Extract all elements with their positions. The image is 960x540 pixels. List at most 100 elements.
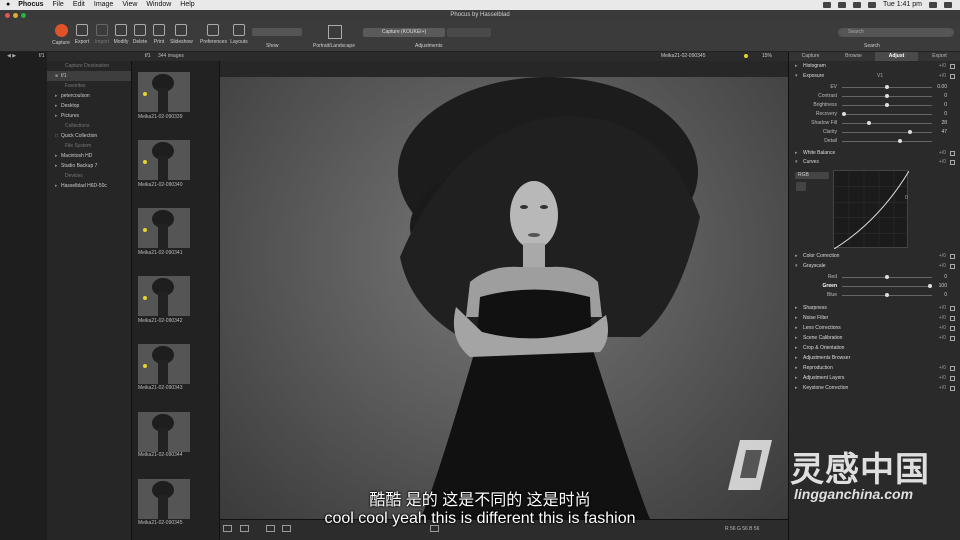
print-icon (153, 24, 165, 36)
section-header: Favorites (65, 83, 86, 89)
collection-item[interactable]: □ Quick Collection (47, 131, 131, 141)
zoom-level[interactable]: 15% (762, 52, 772, 61)
capture-label: Capture (52, 40, 70, 46)
thumbnail[interactable] (138, 140, 190, 180)
capture-folder-item[interactable]: ■ f/1 (47, 71, 131, 81)
tool-sharpness[interactable]: ▸ Sharpness +/0 (795, 304, 955, 313)
capture-button[interactable]: Capture (50, 24, 72, 46)
main-photo[interactable] (220, 77, 788, 519)
menu-edit[interactable]: Edit (73, 0, 85, 10)
apple-icon[interactable]: ● (6, 0, 10, 10)
main-toolbar: Capture Export Import Modify Delete Prin… (0, 21, 960, 52)
tool-crop-orientation[interactable]: ▸ Crop & Orientation (795, 344, 955, 353)
rating-dot (143, 228, 147, 232)
preferences-button[interactable]: Preferences (200, 24, 227, 45)
tab-capture[interactable]: Capture (789, 52, 832, 61)
tool-color-correction[interactable]: ▸ Color Correction +/0 (795, 252, 955, 261)
search-input[interactable]: Search (838, 28, 954, 37)
capture-preset-dropdown[interactable]: Capture (KOUKEI+) (363, 28, 445, 37)
tool-adjustment-layers[interactable]: ▸ Adjustment Layers +/0 (795, 374, 955, 383)
rating-dot (143, 296, 147, 300)
thumbnail[interactable] (138, 276, 190, 316)
layouts-icon (233, 24, 245, 36)
tool-keystone-correction[interactable]: ▸ Keystone Correction +/0 (795, 384, 955, 393)
slider-ev[interactable]: EV 0.00 (789, 83, 949, 92)
close-window-button[interactable] (5, 13, 10, 18)
section-header: Devices (65, 173, 83, 179)
thumbnail-label: Meika21-02-090342 (138, 318, 183, 324)
curve-editor[interactable] (833, 170, 910, 250)
tab-browse[interactable]: Browse (832, 52, 875, 61)
menu-window[interactable]: Window (146, 0, 171, 10)
tool-histogram[interactable]: ▸ Histogram +/0 (795, 62, 955, 71)
favorite-item[interactable]: ▸ Pictures (47, 111, 131, 121)
zoom-window-button[interactable] (21, 13, 26, 18)
tool-curves[interactable]: ▾ Curves +/0 (795, 158, 955, 167)
rating-dot[interactable] (744, 54, 748, 58)
slideshow-button[interactable]: Slideshow (170, 24, 193, 45)
slider-green[interactable]: Green 100 (789, 282, 949, 291)
status-icon[interactable] (822, 2, 831, 8)
minimize-window-button[interactable] (13, 13, 18, 18)
portrait-landscape-icon[interactable] (328, 25, 342, 39)
menu-app-name[interactable]: Phocus (18, 0, 43, 10)
notification-center-icon[interactable] (944, 2, 952, 8)
slider-blue[interactable]: Blue 0 (789, 291, 949, 300)
menu-bar: ● Phocus File Edit Image View Window Hel… (0, 0, 960, 10)
thumbnail[interactable] (138, 208, 190, 248)
export-button[interactable]: Export (71, 24, 93, 45)
folder-path: f/1 (145, 53, 151, 59)
thumbnail-label: Meika21-02-090340 (138, 182, 183, 188)
thumbnail[interactable] (138, 344, 190, 384)
menu-clock[interactable]: Tue 1:41 pm (883, 0, 922, 10)
tab-adjust[interactable]: Adjust (875, 52, 918, 61)
volume-item[interactable]: ▸ Studio Backup 7 (47, 161, 131, 171)
portrait-landscape-label: Portrait/Landscape (313, 43, 355, 49)
favorite-item[interactable]: ▸ Desktop (47, 101, 131, 111)
status-icon[interactable] (837, 2, 846, 8)
battery-icon[interactable] (867, 2, 876, 8)
tool-noise-filter[interactable]: ▸ Noise Filter +/0 (795, 314, 955, 323)
export-icon (76, 24, 88, 36)
image-viewer[interactable] (220, 61, 788, 519)
portrait-photo (398, 77, 700, 519)
slider-detail[interactable]: Detail (789, 137, 949, 146)
slider-red[interactable]: Red 0 (789, 273, 949, 282)
thumbnail[interactable] (138, 72, 190, 112)
tool-lens-corrections[interactable]: ▸ Lens Corrections +/0 (795, 324, 955, 333)
section-header: Capture Destination (65, 63, 110, 69)
menu-help[interactable]: Help (180, 0, 194, 10)
slider-recovery[interactable]: Recovery 0 (789, 110, 949, 119)
print-button[interactable]: Print (148, 24, 170, 45)
wifi-icon[interactable] (852, 2, 861, 8)
thumbnail[interactable] (138, 412, 190, 452)
screen: ● Phocus File Edit Image View Window Hel… (0, 0, 960, 540)
slider-shadow-fill[interactable]: Shadow Fill 28 (789, 119, 949, 128)
curve-channel-dropdown[interactable]: RGB (795, 172, 829, 179)
photo-face (510, 181, 558, 249)
eyedropper-icon[interactable] (796, 182, 806, 191)
slider-clarity[interactable]: Clarity 47 (789, 128, 949, 137)
tool-grayscale[interactable]: ▾ Grayscale +/0 (795, 262, 955, 271)
menu-view[interactable]: View (122, 0, 137, 10)
layouts-button[interactable]: Layouts (228, 24, 250, 45)
tool-scene-calibration[interactable]: ▸ Scene Calibration +/0 (795, 334, 955, 343)
show-segmented-control[interactable] (252, 28, 302, 36)
current-folder[interactable]: f/1 (39, 52, 45, 61)
tab-export[interactable]: Export (918, 52, 960, 61)
favorite-item[interactable]: ▸ petercoulson (47, 91, 131, 101)
spotlight-icon[interactable] (929, 2, 937, 8)
volume-item[interactable]: ▸ Macintosh HD (47, 151, 131, 161)
adjustment-controls[interactable] (447, 28, 491, 37)
tool-exposure[interactable]: ▾ Exposure V1 +/0 (795, 72, 955, 81)
tool-adjustments-browser[interactable]: ▸ Adjustments Browser (795, 354, 955, 363)
tool-reproduction[interactable]: ▸ Reproduction +/0 (795, 364, 955, 373)
menu-image[interactable]: Image (94, 0, 113, 10)
menu-file[interactable]: File (53, 0, 64, 10)
slider-contrast[interactable]: Contrast 0 (789, 92, 949, 101)
device-item[interactable]: ▸ Hasselblad H6D-50c (47, 181, 131, 191)
tool-white-balance[interactable]: ▸ White Balance +/0 (795, 149, 955, 158)
nav-arrows[interactable]: ◀ ▶ (7, 52, 16, 61)
slider-brightness[interactable]: Brightness 0 (789, 101, 949, 110)
rating-dot (143, 92, 147, 96)
